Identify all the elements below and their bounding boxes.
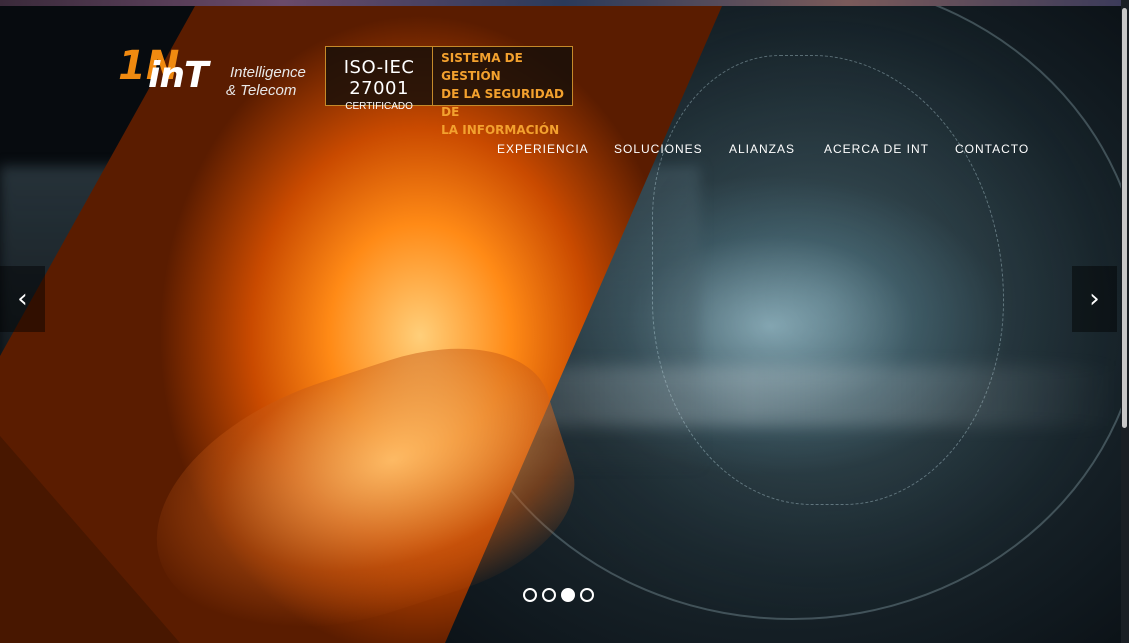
slider-dot-3[interactable] xyxy=(561,588,575,602)
slider-prev-button[interactable]: ‹ xyxy=(0,266,45,332)
logo-tagline-2: & Telecom xyxy=(226,82,297,99)
slider-pagination xyxy=(523,588,594,602)
hero-slider: 1N inT Intelligence & Telecom ISO-IEC 27… xyxy=(0,6,1121,643)
iso-code-box: ISO-IEC 27001 CERTIFICADO xyxy=(326,47,434,112)
iso-description-line2: DE LA SEGURIDAD DE xyxy=(441,87,564,119)
iso-description-line3: LA INFORMACIÓN xyxy=(441,123,560,137)
nav-item-contacto[interactable]: CONTACTO xyxy=(955,142,1029,156)
nav-item-experiencia[interactable]: EXPERIENCIA xyxy=(497,142,589,156)
logo-name: inT xyxy=(148,55,209,96)
slider-dot-1[interactable] xyxy=(523,588,537,602)
nav-item-soluciones[interactable]: SOLUCIONES xyxy=(614,142,703,156)
slider-next-button[interactable]: › xyxy=(1072,266,1117,332)
slider-dot-4[interactable] xyxy=(580,588,594,602)
logo-tagline-1: Intelligence xyxy=(230,64,306,81)
main-nav: EXPERIENCIA SOLUCIONES ALIANZAS ACERCA D… xyxy=(0,142,1121,160)
nav-item-acerca[interactable]: ACERCA DE INT xyxy=(824,142,929,156)
iso-description-line1: SISTEMA DE GESTIÓN xyxy=(441,51,523,83)
slider-dot-2[interactable] xyxy=(542,588,556,602)
scrollbar-thumb[interactable] xyxy=(1122,8,1127,428)
iso-certification-badge: ISO-IEC 27001 CERTIFICADO SISTEMA DE GES… xyxy=(325,46,573,137)
iso-description: SISTEMA DE GESTIÓN DE LA SEGURIDAD DE LA… xyxy=(433,47,572,137)
site-logo[interactable]: 1N inT Intelligence & Telecom xyxy=(118,46,318,104)
chevron-left-icon: ‹ xyxy=(17,284,28,314)
chevron-right-icon: › xyxy=(1089,284,1100,314)
iso-status: CERTIFICADO xyxy=(345,101,413,112)
iso-code: ISO-IEC 27001 xyxy=(343,57,415,99)
page: 1N inT Intelligence & Telecom ISO-IEC 27… xyxy=(0,0,1129,643)
nav-item-alianzas[interactable]: ALIANZAS xyxy=(729,142,795,156)
